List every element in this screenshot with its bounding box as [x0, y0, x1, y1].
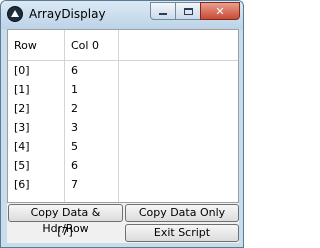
table-row[interactable]: [3] 3 — [8, 118, 238, 137]
table-row[interactable]: [0] 6 — [8, 61, 238, 80]
cell-value[interactable]: 2 — [65, 99, 118, 118]
close-button[interactable]: ✕ — [200, 2, 240, 20]
cell-value[interactable]: 7 — [65, 175, 118, 194]
minimize-button[interactable] — [150, 2, 176, 20]
cell-value[interactable]: 1 — [65, 80, 118, 99]
cell-value[interactable]: 5 — [65, 137, 118, 156]
copy-data-only-button[interactable]: Copy Data Only — [125, 204, 239, 222]
button-panel: Copy Data & Hdr/Row Copy Data Only [7] E… — [7, 203, 239, 243]
row-label: [3] — [14, 121, 30, 134]
table-row[interactable]: [4] 5 — [8, 137, 238, 156]
row-label: [0] — [14, 64, 30, 77]
close-icon: ✕ — [215, 4, 225, 18]
header-row[interactable]: Row — [8, 36, 65, 55]
table-row[interactable]: [6] 7 — [8, 175, 238, 194]
table-row[interactable]: [5] 6 — [8, 156, 238, 175]
cell-value[interactable]: 6 — [65, 156, 118, 175]
row-count-label: [7] — [57, 225, 73, 238]
array-grid[interactable]: Row Col 0 [0] 6 [1] 1 [2] 2 [3] 3 [4] 5 — [7, 29, 239, 203]
row-label: [1] — [14, 83, 30, 96]
cell-value[interactable]: 3 — [65, 118, 118, 137]
copy-data-hdr-row-button[interactable]: Copy Data & Hdr/Row — [8, 204, 123, 235]
row-label: [2] — [14, 102, 30, 115]
maximize-icon — [183, 7, 193, 15]
row-label: [5] — [14, 159, 30, 172]
app-icon[interactable] — [7, 6, 23, 22]
table-row[interactable]: [1] 1 — [8, 80, 238, 99]
row-label: [4] — [14, 140, 30, 153]
array-display-window: ArrayDisplay ✕ Row Col 0 [0] 6 [1] 1 [2]… — [0, 0, 244, 248]
table-row[interactable]: [2] 2 — [8, 99, 238, 118]
cell-value[interactable]: 6 — [65, 61, 118, 80]
exit-script-button[interactable]: Exit Script — [125, 224, 239, 242]
minimize-icon — [159, 13, 167, 15]
maximize-button[interactable] — [175, 2, 201, 20]
title-bar[interactable]: ArrayDisplay ✕ — [1, 1, 243, 29]
client-area: Row Col 0 [0] 6 [1] 1 [2] 2 [3] 3 [4] 5 — [7, 29, 239, 243]
row-label: [6] — [14, 178, 30, 191]
header-col-0[interactable]: Col 0 — [65, 36, 118, 55]
grid-header: Row Col 0 — [8, 30, 238, 61]
window-title: ArrayDisplay — [29, 7, 106, 21]
